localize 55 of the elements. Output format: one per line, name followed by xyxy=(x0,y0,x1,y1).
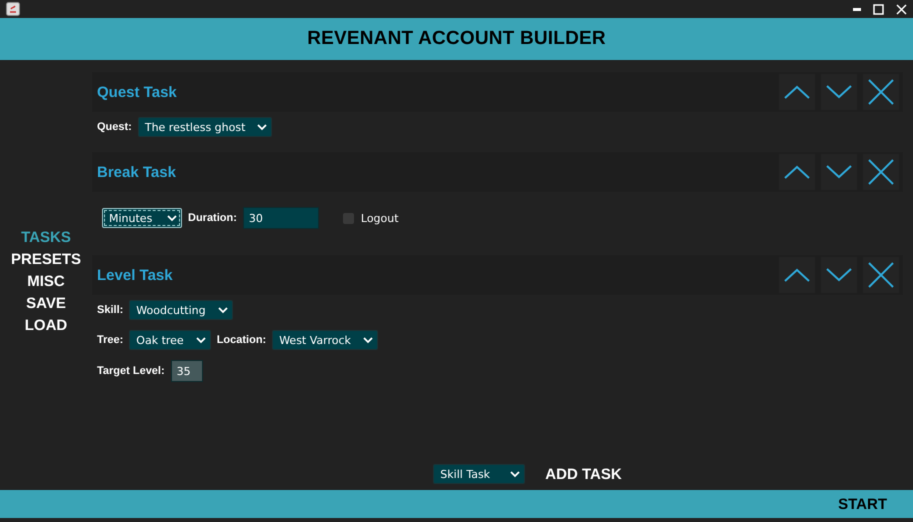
task-title: Break Task xyxy=(97,164,176,180)
chevron-down-icon xyxy=(218,306,228,314)
move-up-button[interactable] xyxy=(779,154,815,190)
field-label: Duration: xyxy=(188,212,237,224)
field-label: Quest: xyxy=(97,121,132,133)
maximize-icon[interactable] xyxy=(873,4,884,14)
task-title: Quest Task xyxy=(97,84,177,100)
app-title: REVENANT ACCOUNT BUILDER xyxy=(307,28,606,50)
dropdown[interactable]: Woodcutting xyxy=(129,300,233,320)
sidebar-item[interactable]: SAVE xyxy=(26,294,66,312)
task-type-dropdown[interactable]: Skill Task xyxy=(433,464,526,484)
chevron-down-icon xyxy=(362,336,373,344)
field-label: Location: xyxy=(216,334,266,346)
remove-button[interactable] xyxy=(863,154,899,190)
sidebar-item[interactable]: LOAD xyxy=(24,316,68,334)
sidebar-item[interactable]: TASKS xyxy=(21,228,71,246)
start-button[interactable]: START xyxy=(838,496,887,512)
app-icon xyxy=(6,2,20,16)
chevron-down-icon xyxy=(196,336,206,344)
dropdown[interactable]: Minutes xyxy=(102,208,182,228)
move-up-button[interactable] xyxy=(779,74,815,110)
checkbox[interactable] xyxy=(342,212,354,224)
chevron-down-icon xyxy=(510,470,520,478)
chevron-up-icon xyxy=(784,165,810,179)
chevron-up-icon xyxy=(784,85,810,99)
minimize-icon[interactable] xyxy=(853,7,861,11)
move-up-button[interactable] xyxy=(779,257,815,293)
sidebar-item[interactable]: PRESETS xyxy=(10,250,82,268)
chevron-down-icon xyxy=(826,268,852,282)
dropdown[interactable]: The restless ghost xyxy=(138,117,272,137)
chevron-up-icon xyxy=(784,268,810,282)
chevron-down-icon xyxy=(167,214,177,222)
move-down-button[interactable] xyxy=(821,74,857,110)
chevron-down-icon xyxy=(826,165,852,179)
dropdown[interactable]: Oak tree xyxy=(129,330,211,350)
dropdown[interactable]: West Varrock xyxy=(272,330,378,350)
input-field[interactable]: 35 xyxy=(170,360,203,382)
add-task-button[interactable]: ADD TASK xyxy=(545,466,622,482)
field-label: Skill: xyxy=(97,304,124,316)
field-label: Target Level: xyxy=(97,365,165,377)
task-title: Level Task xyxy=(97,266,173,284)
field-label: Tree: xyxy=(97,334,124,346)
close-icon xyxy=(868,159,894,185)
chevron-down-icon xyxy=(257,124,268,130)
close-icon[interactable] xyxy=(896,4,907,14)
close-icon xyxy=(868,79,894,105)
sidebar-item[interactable]: MISC xyxy=(27,272,65,290)
move-down-button[interactable] xyxy=(821,154,857,190)
close-icon xyxy=(868,262,894,288)
move-down-button[interactable] xyxy=(821,257,857,293)
input-field[interactable]: 30 xyxy=(242,207,319,229)
checkbox-label: Logout xyxy=(360,212,399,224)
remove-button[interactable] xyxy=(863,257,899,293)
chevron-down-icon xyxy=(826,85,852,99)
remove-button[interactable] xyxy=(863,74,899,110)
